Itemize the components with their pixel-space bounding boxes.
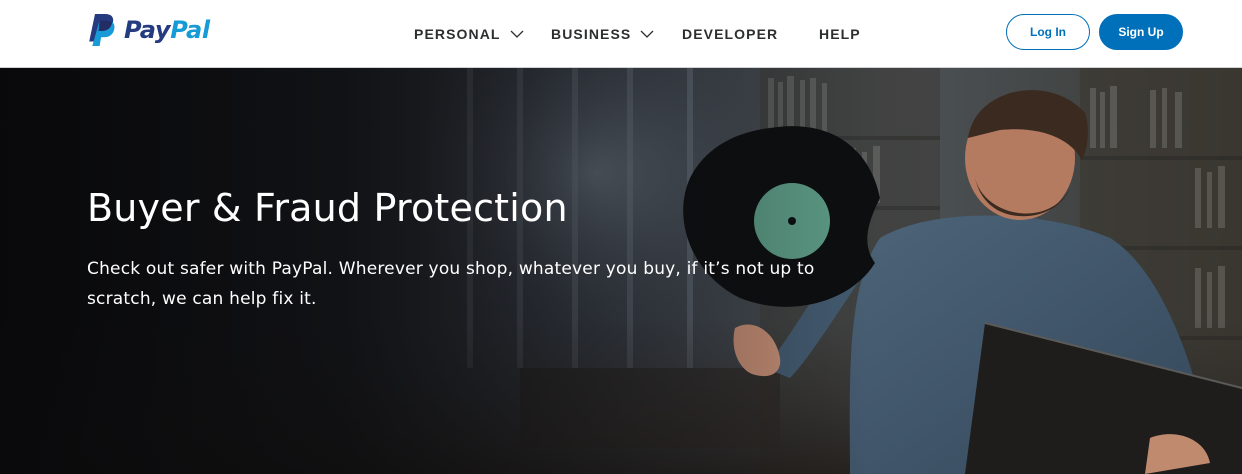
hero-banner: Buyer & Fraud Protection Check out safer… [0, 68, 1242, 474]
hero-title: Buyer & Fraud Protection [87, 186, 568, 230]
nav-help-label: HELP [819, 26, 861, 42]
nav-personal-label: PERSONAL [414, 26, 501, 42]
wordmark-pay: Pay [124, 16, 171, 44]
signup-button[interactable]: Sign Up [1099, 14, 1183, 50]
wordmark-pal: Pal [170, 16, 210, 44]
chevron-down-icon [510, 27, 524, 41]
nav-personal[interactable]: PERSONAL [414, 24, 524, 44]
login-button[interactable]: Log In [1006, 14, 1090, 50]
nav-developer[interactable]: DEVELOPER [682, 24, 778, 44]
site-header: PayPal PERSONAL BUSINESS DEVELOPER HELP … [0, 0, 1242, 68]
chevron-down-icon [640, 27, 654, 41]
nav-developer-label: DEVELOPER [682, 26, 779, 42]
nav-business-label: BUSINESS [551, 26, 632, 42]
nav-business[interactable]: BUSINESS [551, 24, 654, 44]
nav-help[interactable]: HELP [819, 24, 861, 44]
paypal-wordmark: PayPal [124, 18, 210, 42]
hero-subtitle: Check out safer with PayPal. Wherever yo… [87, 259, 815, 309]
paypal-logo[interactable]: PayPal [86, 13, 210, 47]
paypal-p-icon [86, 13, 116, 47]
